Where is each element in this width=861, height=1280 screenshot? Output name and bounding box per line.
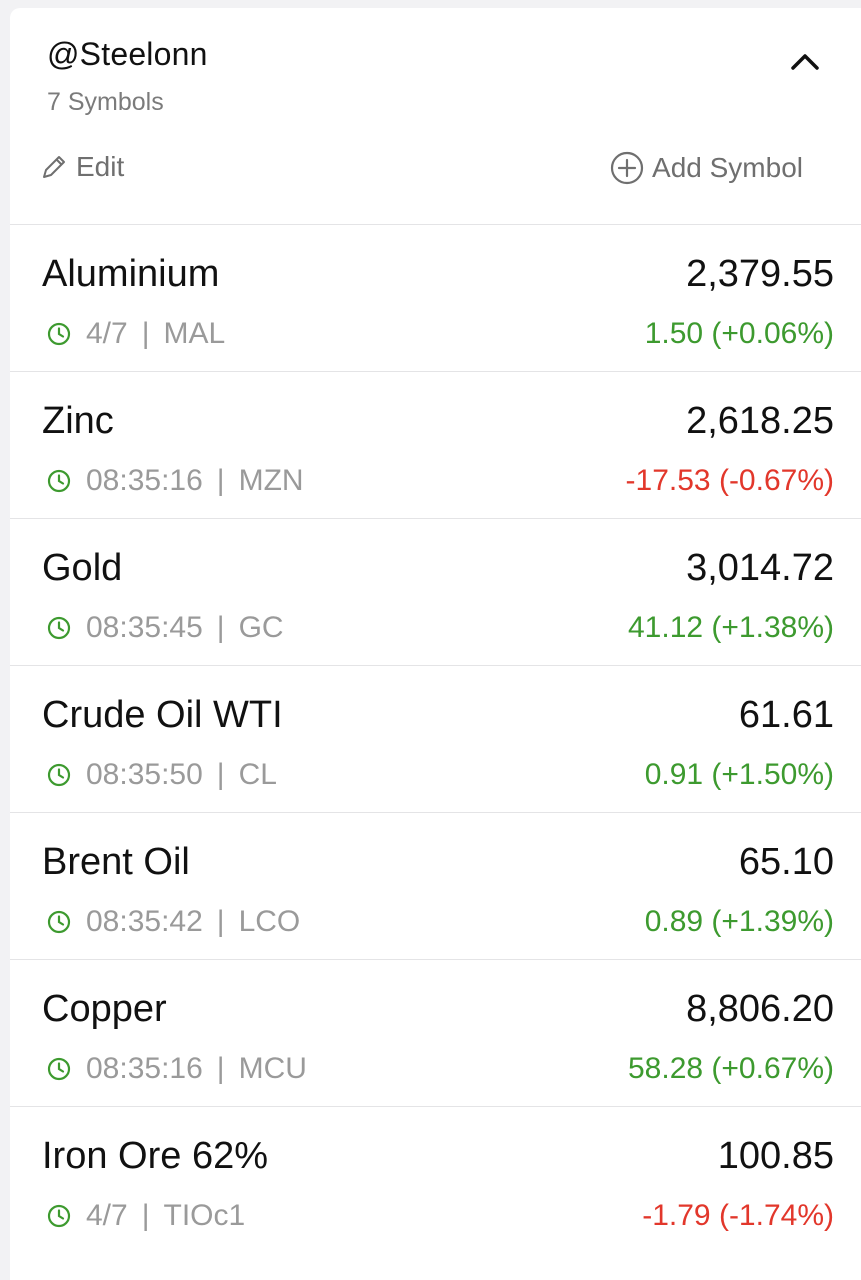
symbol-name: Iron Ore 62% xyxy=(42,1135,268,1177)
clock-icon xyxy=(47,910,71,934)
separator: | xyxy=(216,758,225,791)
symbol-code: TIOc1 xyxy=(163,1199,246,1232)
chevron-up-icon xyxy=(791,54,819,70)
change-value: 0.91 xyxy=(644,758,704,791)
clock-icon xyxy=(47,763,71,787)
symbol-code: MZN xyxy=(238,464,304,497)
symbol-change: 58.28 (+0.67%) xyxy=(628,1052,834,1086)
symbol-row[interactable]: Copper 8,806.20 08:35:16 | MCU 58.28 (+0… xyxy=(10,960,861,1107)
symbol-name: Gold xyxy=(42,547,123,589)
clock-icon xyxy=(47,322,71,346)
symbol-row[interactable]: Aluminium 2,379.55 4/7 | MAL 1.50 (+0.06… xyxy=(10,225,861,372)
change-percent: (+1.38%) xyxy=(711,611,834,644)
symbol-row[interactable]: Iron Ore 62% 100.85 4/7 | TIOc1 -1.79 (-… xyxy=(10,1107,861,1253)
symbol-meta: 08:35:16 | MCU xyxy=(46,1052,307,1086)
symbol-code: MCU xyxy=(238,1052,307,1085)
symbol-list: Aluminium 2,379.55 4/7 | MAL 1.50 (+0.06… xyxy=(10,225,861,1253)
clock-icon xyxy=(47,616,71,640)
change-value: -1.79 xyxy=(642,1199,711,1232)
symbol-code: LCO xyxy=(238,905,301,938)
symbol-price: 100.85 xyxy=(717,1135,834,1177)
symbol-row[interactable]: Gold 3,014.72 08:35:45 | GC 41.12 (+1.38… xyxy=(10,519,861,666)
plus-circle-icon xyxy=(610,151,644,185)
symbol-count: 7 Symbols xyxy=(47,88,164,116)
symbol-meta: 08:35:42 | LCO xyxy=(46,905,300,939)
symbol-name: Aluminium xyxy=(42,253,220,295)
separator: | xyxy=(216,611,225,644)
add-symbol-label: Add Symbol xyxy=(652,152,803,183)
symbol-name: Copper xyxy=(42,988,167,1030)
watchlist-header: @Steelonn 7 Symbols Edit Add Symbol xyxy=(10,8,861,225)
symbol-change: 0.91 (+1.50%) xyxy=(645,758,834,792)
symbol-time: 08:35:42 xyxy=(86,905,203,938)
symbol-change: -17.53 (-0.67%) xyxy=(626,464,834,498)
symbol-time: 08:35:16 xyxy=(86,464,203,497)
change-percent: (+0.67%) xyxy=(711,1052,834,1085)
watchlist-title: @Steelonn xyxy=(47,36,208,72)
change-value: 1.50 xyxy=(644,317,704,350)
clock-icon xyxy=(47,1057,71,1081)
symbol-change: 1.50 (+0.06%) xyxy=(645,317,834,351)
symbol-price: 2,379.55 xyxy=(686,253,834,295)
add-symbol-button[interactable]: Add Symbol xyxy=(610,151,803,185)
symbol-row[interactable]: Brent Oil 65.10 08:35:42 | LCO 0.89 (+1.… xyxy=(10,813,861,960)
change-value: -17.53 xyxy=(625,464,711,497)
change-value: 0.89 xyxy=(644,905,704,938)
separator: | xyxy=(216,464,225,497)
symbol-time: 08:35:45 xyxy=(86,611,203,644)
symbol-code: GC xyxy=(238,611,284,644)
symbol-change: 0.89 (+1.39%) xyxy=(645,905,834,939)
collapse-button[interactable] xyxy=(785,44,825,80)
separator: | xyxy=(141,1199,150,1232)
symbol-row[interactable]: Crude Oil WTI 61.61 08:35:50 | CL 0.91 (… xyxy=(10,666,861,813)
symbol-price: 8,806.20 xyxy=(686,988,834,1030)
pencil-icon xyxy=(43,156,65,178)
symbol-row[interactable]: Zinc 2,618.25 08:35:16 | MZN -17.53 (-0.… xyxy=(10,372,861,519)
edit-button[interactable]: Edit xyxy=(40,151,124,183)
watchlist-card: @Steelonn 7 Symbols Edit Add Symbol Alum xyxy=(10,8,861,1280)
symbol-price: 65.10 xyxy=(738,841,834,883)
clock-icon xyxy=(47,1204,71,1228)
symbol-meta: 4/7 | MAL xyxy=(46,317,225,351)
change-percent: (+0.06%) xyxy=(711,317,834,350)
symbol-time: 08:35:16 xyxy=(86,1052,203,1085)
symbol-name: Crude Oil WTI xyxy=(42,694,283,736)
change-value: 58.28 xyxy=(628,1052,704,1085)
symbol-meta: 08:35:50 | CL xyxy=(46,758,277,792)
symbol-name: Brent Oil xyxy=(42,841,190,883)
change-percent: (+1.39%) xyxy=(711,905,834,938)
separator: | xyxy=(216,1052,225,1085)
change-percent: (-0.67%) xyxy=(718,464,834,497)
symbol-time: 4/7 xyxy=(86,1199,128,1232)
edit-label: Edit xyxy=(76,151,125,182)
separator: | xyxy=(216,905,225,938)
symbol-name: Zinc xyxy=(42,400,114,442)
change-percent: (+1.50%) xyxy=(711,758,834,791)
change-value: 41.12 xyxy=(628,611,704,644)
symbol-change: 41.12 (+1.38%) xyxy=(628,611,834,645)
clock-icon xyxy=(47,469,71,493)
symbol-time: 4/7 xyxy=(86,317,128,350)
change-percent: (-1.74%) xyxy=(718,1199,834,1232)
separator: | xyxy=(141,317,150,350)
symbol-price: 2,618.25 xyxy=(686,400,834,442)
symbol-code: MAL xyxy=(163,317,226,350)
symbol-change: -1.79 (-1.74%) xyxy=(642,1199,834,1233)
symbol-meta: 4/7 | TIOc1 xyxy=(46,1199,245,1233)
symbol-time: 08:35:50 xyxy=(86,758,203,791)
symbol-meta: 08:35:16 | MZN xyxy=(46,464,304,498)
symbol-code: CL xyxy=(238,758,277,791)
symbol-meta: 08:35:45 | GC xyxy=(46,611,284,645)
symbol-price: 3,014.72 xyxy=(686,547,834,589)
symbol-price: 61.61 xyxy=(738,694,834,736)
